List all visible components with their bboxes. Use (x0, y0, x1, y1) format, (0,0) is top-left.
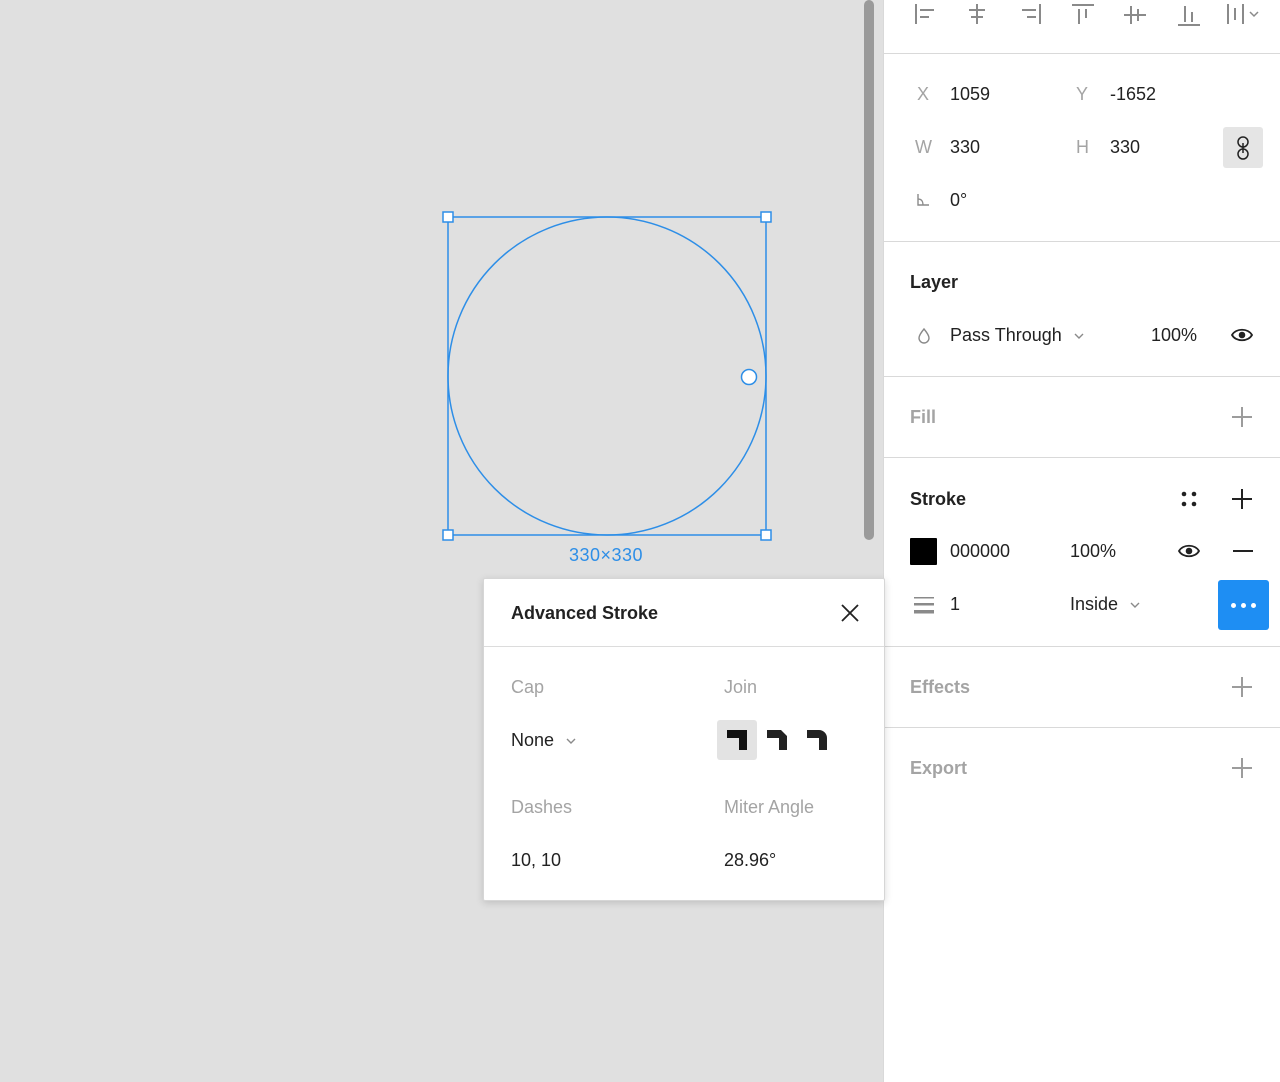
more-dot (1231, 602, 1236, 608)
arc-handle (740, 368, 758, 386)
selection-size-label: 330×330 (568, 545, 644, 565)
blend-mode-icon (918, 327, 930, 344)
align-top-icon[interactable] (1069, 2, 1097, 28)
resize-handle-top-right (760, 211, 772, 223)
rotation-input[interactable]: 0° (950, 190, 967, 211)
stroke-weight-icon (914, 597, 934, 614)
align-horizontal-center-icon[interactable] (963, 2, 991, 28)
h-input[interactable]: 330 (1110, 137, 1140, 158)
advanced-stroke-button[interactable] (1218, 580, 1269, 630)
align-left-icon[interactable] (912, 2, 940, 28)
join-round-button[interactable] (797, 720, 837, 760)
resize-handle-bottom-left (442, 529, 454, 541)
canvas-scrollbar[interactable] (864, 0, 874, 540)
stroke-opacity-input[interactable]: 100% (1070, 541, 1116, 562)
align-bottom-icon[interactable] (1175, 2, 1203, 28)
distribute-icon[interactable] (1224, 2, 1264, 28)
fill-title: Fill (910, 407, 936, 427)
chevron-down-icon (566, 738, 576, 745)
fill-section: Fill (884, 377, 1280, 458)
effects-title: Effects (910, 677, 971, 697)
join-bevel-icon (767, 730, 787, 750)
canvas[interactable]: 330×330 (0, 0, 883, 1082)
advanced-stroke-popup: Advanced Stroke Cap Join None Dashes Mit… (483, 578, 885, 901)
add-export-plus-icon[interactable] (1230, 756, 1254, 780)
chevron-down-icon (1074, 333, 1084, 340)
transform-section: X 1059 Y -1652 W 330 H 330 0° (884, 53, 1280, 242)
resize-handle-bottom-right (760, 529, 772, 541)
join-miter-button[interactable] (717, 720, 757, 760)
stroke-position-dropdown[interactable]: Inside (1070, 594, 1141, 615)
cap-dropdown[interactable]: None (511, 730, 577, 751)
blend-mode-value: Pass Through (950, 325, 1062, 345)
x-label: X (917, 84, 930, 104)
blend-mode-dropdown[interactable]: Pass Through (950, 325, 1085, 346)
stroke-color-swatch[interactable] (910, 538, 937, 565)
stroke-weight-input[interactable]: 1 (950, 594, 960, 615)
stroke-section: Stroke 000000 100% 1 Inside (884, 458, 1280, 647)
cap-label: Cap (511, 677, 545, 697)
align-right-icon[interactable] (1016, 2, 1044, 28)
chevron-down-icon (1130, 602, 1140, 609)
design-panel: X 1059 Y -1652 W 330 H 330 0° Layer Pass… (883, 0, 1280, 1082)
miter-angle-label: Miter Angle (724, 797, 815, 817)
export-section: Export (884, 728, 1280, 808)
join-round-icon (807, 730, 827, 750)
rotation-icon (917, 194, 929, 206)
cap-value: None (511, 730, 555, 750)
more-dot (1251, 602, 1256, 608)
layer-title: Layer (910, 272, 959, 292)
more-dot (1241, 602, 1246, 608)
selected-ellipse[interactable] (0, 0, 883, 1082)
join-miter-icon (727, 730, 747, 750)
miter-angle-input[interactable]: 28.96° (724, 850, 776, 871)
resize-handle-top-left (442, 211, 454, 223)
remove-stroke-minus-icon[interactable] (1233, 550, 1253, 552)
align-vertical-center-icon[interactable] (1121, 2, 1149, 28)
effects-section: Effects (884, 647, 1280, 728)
stroke-position-value: Inside (1070, 594, 1119, 614)
popup-header: Advanced Stroke (484, 579, 884, 647)
y-label: Y (1076, 84, 1089, 104)
add-effect-plus-icon[interactable] (1230, 675, 1254, 699)
constrain-proportions-button[interactable] (1223, 127, 1263, 168)
join-label: Join (724, 677, 758, 697)
style-grid-icon[interactable] (1180, 490, 1198, 508)
link-icon (1237, 135, 1249, 160)
add-fill-plus-icon[interactable] (1230, 405, 1254, 429)
w-label: W (915, 137, 932, 157)
x-input[interactable]: 1059 (950, 84, 990, 105)
ellipse-shape (447, 216, 767, 536)
w-input[interactable]: 330 (950, 137, 980, 158)
join-bevel-button[interactable] (757, 720, 797, 760)
dashes-label: Dashes (511, 797, 573, 817)
layer-opacity-input[interactable]: 100% (1151, 325, 1197, 346)
popup-title: Advanced Stroke (511, 603, 659, 623)
stroke-title: Stroke (910, 489, 967, 509)
close-icon[interactable] (838, 601, 862, 625)
alignment-toolbar (884, 0, 1280, 54)
dashes-input[interactable]: 10, 10 (511, 850, 561, 871)
y-input[interactable]: -1652 (1110, 84, 1156, 105)
layer-section: Layer Pass Through 100% (884, 242, 1280, 377)
eye-icon[interactable] (1177, 542, 1201, 560)
selection-box (447, 216, 767, 536)
add-stroke-plus-icon[interactable] (1230, 487, 1254, 511)
export-title: Export (910, 758, 968, 778)
eye-icon[interactable] (1230, 326, 1254, 344)
stroke-color-hex-input[interactable]: 000000 (950, 541, 1010, 562)
h-label: H (1076, 137, 1089, 157)
